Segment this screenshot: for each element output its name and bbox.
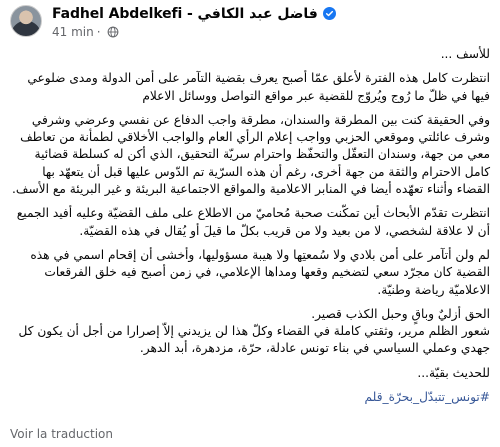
post-paragraph: للحديث بقيّة... [417,365,490,380]
post-paragraph: لم ولن أتآمر على أمن بلادي ولا سُمعتِها … [30,247,490,297]
globe-icon[interactable] [107,26,119,41]
hashtag-link[interactable]: #تونس_تتبدّل_بحرّة_قلم [10,389,490,406]
verified-badge-icon [322,7,336,24]
author-name[interactable]: Fadhel Abdelkefi - فاضل عبد الكافي [52,6,336,24]
post-paragraph: للأسف ... [440,47,490,61]
post-paragraph: انتظرت تقدّم الأبحاث أين تمكّنت صحبة مُح… [16,206,490,238]
post-header: Fadhel Abdelkefi - فاضل عبد الكافي 41 mi… [0,0,500,44]
post-paragraph: الحق أزليٌ وباقٍ وحبل الكذب قصير. شعور ا… [18,306,490,356]
see-translation-link[interactable]: Voir la traduction [10,427,113,441]
meta-separator: · [96,25,101,39]
post-paragraph: انتظرت كامل هذه الفترة لأعلق عمّا أصبح ي… [27,71,490,103]
author-name-text[interactable]: Fadhel Abdelkefi - فاضل عبد الكافي [52,6,318,22]
post-time[interactable]: 41 min [52,25,94,39]
avatar[interactable] [10,5,42,37]
post-body: للأسف ... انتظرت كامل هذه الفترة لأعلق ع… [10,46,490,413]
post-paragraph: وفي الحقيقة كنت بين المطرقة والسندان، مط… [11,112,490,197]
post-meta: 41 min · [52,25,119,41]
